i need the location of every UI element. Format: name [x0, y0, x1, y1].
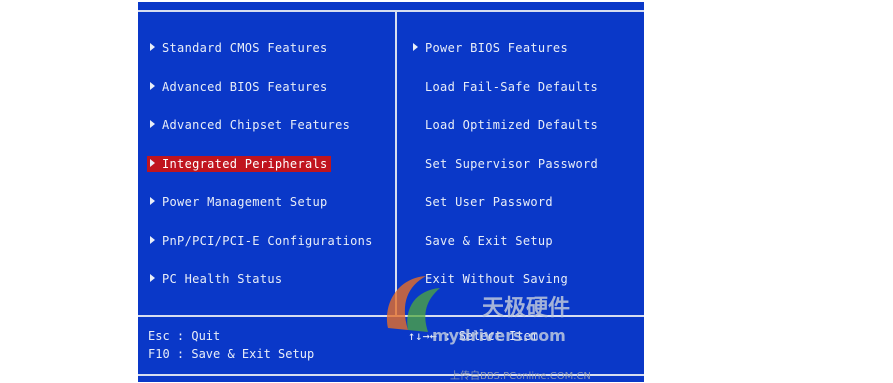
- menu-item-label: Load Fail-Safe Defaults: [425, 79, 599, 94]
- submenu-arrow-icon: [150, 274, 155, 282]
- menu-item-label: Power BIOS Features: [425, 41, 568, 55]
- menu-item-label: Advanced Chipset Features: [162, 118, 351, 132]
- submenu-arrow-icon: [150, 197, 155, 205]
- right-item-load-fail-safe-defaults[interactable]: Load Fail-Safe Defaults: [422, 79, 601, 95]
- right-item-save-exit-setup[interactable]: Save & Exit Setup: [422, 233, 556, 249]
- watermark-brand: 天极硬件: [482, 296, 571, 321]
- menu-item-label: Set Supervisor Password: [425, 156, 599, 171]
- submenu-arrow-icon: [150, 235, 155, 244]
- help-quit: Esc : Quit: [148, 329, 221, 343]
- right-item-load-optimized-defaults[interactable]: Load Optimized Defaults: [422, 117, 601, 133]
- top-border: [138, 10, 644, 12]
- menu-item-label: Save & Exit Setup: [425, 233, 553, 248]
- left-item-pc-health-status[interactable]: PC Health Status: [147, 271, 285, 287]
- right-item-power-bios-features[interactable]: Power BIOS Features: [410, 40, 571, 56]
- left-item-advanced-chipset-features[interactable]: Advanced Chipset Features: [147, 117, 353, 133]
- submenu-arrow-icon: [150, 81, 155, 90]
- menu-item-label: Load Optimized Defaults: [425, 118, 599, 132]
- left-item-pnp-pci-pci-e-configurations[interactable]: PnP/PCI/PCI-E Configurations: [147, 233, 376, 249]
- menu-item-label: PnP/PCI/PCI-E Configurations: [162, 233, 373, 248]
- left-item-integrated-peripherals[interactable]: Integrated Peripherals: [147, 155, 331, 172]
- menu-item-label: Advanced BIOS Features: [162, 79, 328, 94]
- submenu-arrow-icon: [413, 43, 418, 51]
- help-save-exit: F10 : Save & Exit Setup: [148, 347, 315, 361]
- menu-item-label: Power Management Setup: [162, 195, 328, 209]
- submenu-arrow-icon: [150, 43, 155, 51]
- left-item-standard-cmos-features[interactable]: Standard CMOS Features: [147, 40, 331, 56]
- left-item-power-management-setup[interactable]: Power Management Setup: [147, 194, 331, 210]
- menu-item-label: Set User Password: [425, 195, 553, 209]
- menu-item-label: Integrated Peripherals: [162, 156, 328, 171]
- watermark-url: mydrivers.com: [432, 326, 566, 345]
- right-item-set-supervisor-password[interactable]: Set Supervisor Password: [422, 156, 601, 172]
- left-item-advanced-bios-features[interactable]: Advanced BIOS Features: [147, 79, 331, 95]
- watermark-footer: 上传自BBS.PConline.COM.CN: [450, 371, 591, 382]
- menu-item-label: Standard CMOS Features: [162, 41, 328, 55]
- menu-item-label: PC Health Status: [162, 272, 283, 286]
- submenu-arrow-icon: [150, 158, 155, 167]
- submenu-arrow-icon: [150, 120, 155, 128]
- right-item-set-user-password[interactable]: Set User Password: [422, 194, 556, 210]
